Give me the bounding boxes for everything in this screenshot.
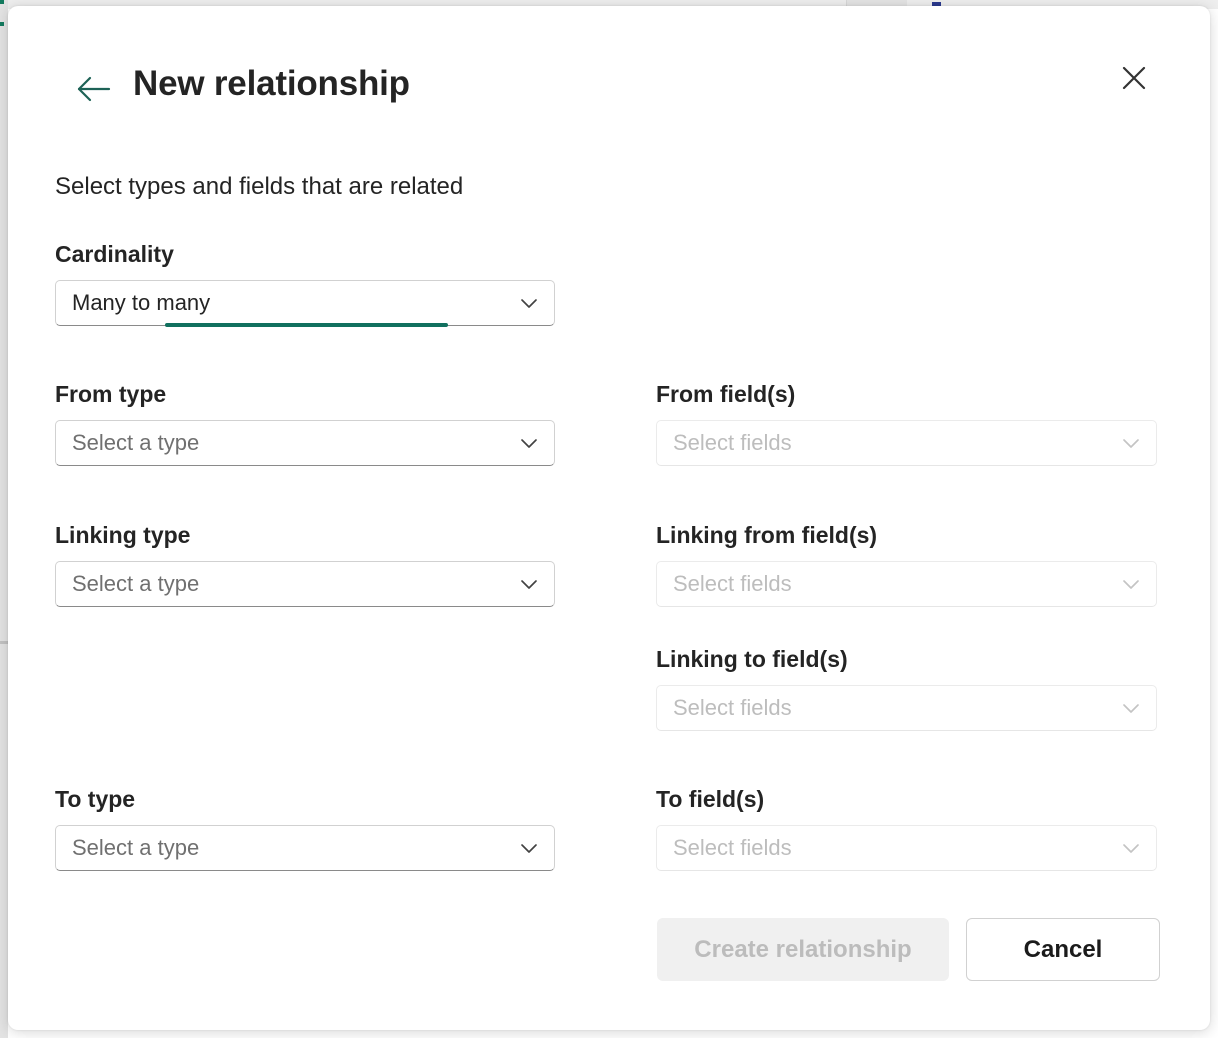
label-linking-to-fields: Linking to field(s)	[656, 645, 1157, 675]
label-from-type: From type	[55, 380, 555, 410]
field-group-linking-from-fields: Linking from field(s) Select fields	[656, 521, 1157, 607]
screen: New relationship Select types and fields…	[0, 0, 1218, 1038]
label-linking-type: Linking type	[55, 521, 555, 551]
label-linking-from-fields: Linking from field(s)	[656, 521, 1157, 551]
new-relationship-dialog: New relationship Select types and fields…	[8, 6, 1210, 1030]
to-type-value: Select a type	[72, 835, 510, 861]
field-group-to-fields: To field(s) Select fields	[656, 785, 1157, 871]
field-group-cardinality: Cardinality Many to many	[55, 240, 555, 326]
create-relationship-button: Create relationship	[657, 918, 949, 981]
linking-type-value: Select a type	[72, 571, 510, 597]
from-type-dropdown[interactable]: Select a type	[55, 420, 555, 466]
background-left-divider	[0, 641, 8, 644]
cancel-button[interactable]: Cancel	[966, 918, 1160, 981]
linking-to-fields-value: Select fields	[673, 695, 1112, 721]
chevron-down-icon	[516, 835, 542, 861]
field-group-linking-type: Linking type Select a type	[55, 521, 555, 607]
to-fields-dropdown: Select fields	[656, 825, 1157, 871]
chevron-down-icon	[516, 430, 542, 456]
chevron-down-icon	[1118, 835, 1144, 861]
cardinality-dropdown[interactable]: Many to many	[55, 280, 555, 326]
cardinality-value: Many to many	[72, 290, 510, 316]
label-to-fields: To field(s)	[656, 785, 1157, 815]
from-fields-value: Select fields	[673, 430, 1112, 456]
to-type-dropdown[interactable]: Select a type	[55, 825, 555, 871]
dialog-actions: Create relationship Cancel	[657, 918, 1160, 981]
chevron-down-icon	[1118, 430, 1144, 456]
chevron-down-icon	[1118, 695, 1144, 721]
field-group-from-type: From type Select a type	[55, 380, 555, 466]
linking-from-fields-value: Select fields	[673, 571, 1112, 597]
chevron-down-icon	[516, 571, 542, 597]
from-fields-dropdown: Select fields	[656, 420, 1157, 466]
linking-to-fields-dropdown: Select fields	[656, 685, 1157, 731]
chevron-down-icon	[516, 290, 542, 316]
field-group-linking-to-fields: Linking to field(s) Select fields	[656, 645, 1157, 731]
from-type-value: Select a type	[72, 430, 510, 456]
to-fields-value: Select fields	[673, 835, 1112, 861]
cardinality-focus-underline	[165, 323, 448, 327]
field-group-to-type: To type Select a type	[55, 785, 555, 871]
field-group-from-fields: From field(s) Select fields	[656, 380, 1157, 466]
chevron-down-icon	[1118, 571, 1144, 597]
background-accent-mark-second	[0, 22, 4, 26]
label-to-type: To type	[55, 785, 555, 815]
background-accent-mark-top	[0, 0, 4, 4]
label-from-fields: From field(s)	[656, 380, 1157, 410]
background-left-strip	[0, 0, 8, 1038]
linking-from-fields-dropdown: Select fields	[656, 561, 1157, 607]
relationship-form: Cardinality Many to many From type Selec…	[8, 6, 1210, 1030]
label-cardinality: Cardinality	[55, 240, 555, 270]
linking-type-dropdown[interactable]: Select a type	[55, 561, 555, 607]
